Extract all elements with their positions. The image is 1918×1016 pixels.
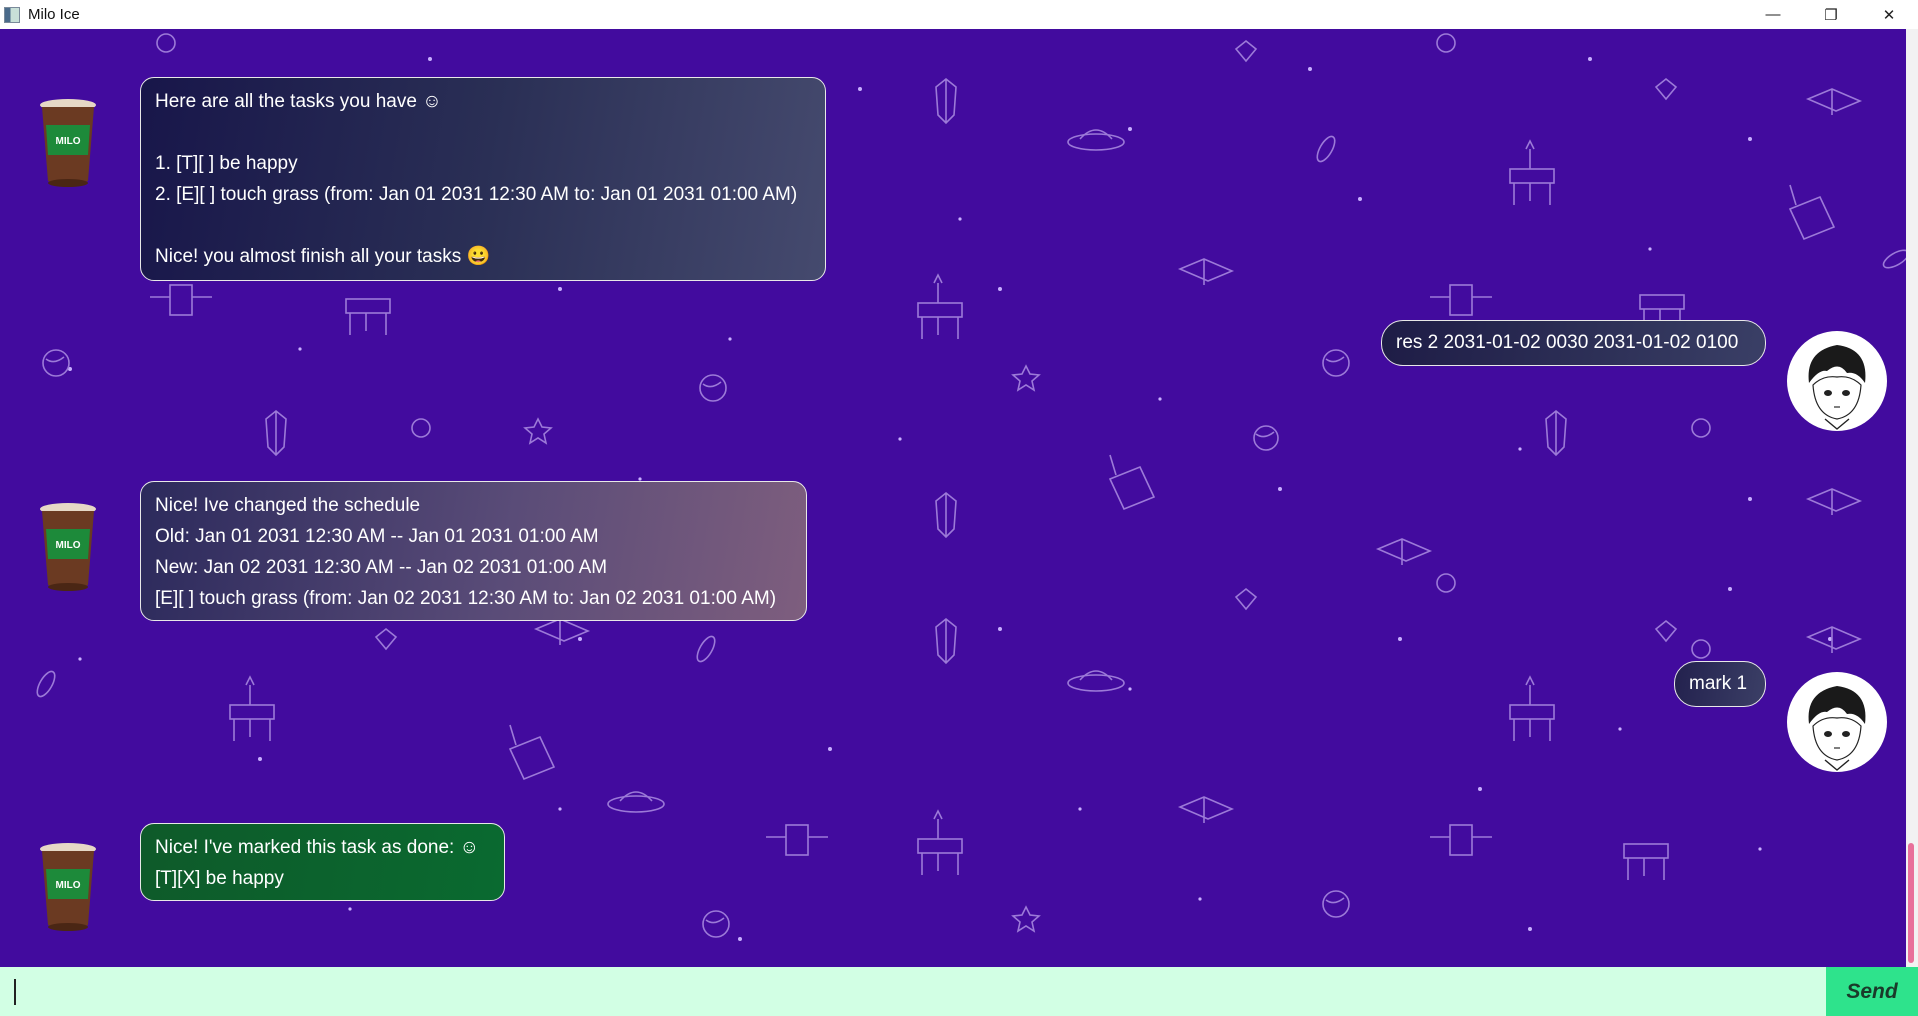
scrollbar-track[interactable]: [1906, 29, 1918, 967]
user-message-bubble: res 2 2031-01-02 0030 2031-01-02 0100: [1381, 320, 1766, 366]
milo-drink-icon: MILO: [40, 503, 96, 591]
close-button[interactable]: ✕: [1860, 0, 1918, 29]
boy-face-icon: [1808, 686, 1866, 771]
svg-text:MILO: MILO: [56, 540, 81, 551]
restore-button[interactable]: ❐: [1802, 0, 1860, 29]
scrollbar-thumb[interactable]: [1908, 843, 1914, 963]
app-icon: [4, 6, 20, 23]
milo-drink-icon: MILO: [40, 843, 96, 931]
text-caret: [14, 979, 16, 1005]
boy-face-icon: [1808, 345, 1866, 430]
bot-message-bubble: Nice! Ive changed the schedule Old: Jan …: [140, 481, 807, 621]
bot-avatar: MILO: [38, 499, 98, 595]
svg-text:MILO: MILO: [56, 880, 81, 891]
user-avatar: [1787, 672, 1887, 772]
bot-avatar: MILO: [38, 839, 98, 935]
milo-drink-icon: MILO: [40, 99, 96, 187]
user-avatar: [1787, 331, 1887, 431]
window-controls: — ❐ ✕: [1744, 0, 1918, 29]
window-title: Milo Ice: [28, 6, 80, 23]
bot-message-bubble: Nice! I've marked this task as done: ☺ […: [140, 823, 505, 901]
user-message-bubble: mark 1: [1674, 661, 1766, 707]
bot-message-bubble: Here are all the tasks you have ☺ 1. [T]…: [140, 77, 826, 281]
minimize-button[interactable]: —: [1744, 0, 1802, 29]
title-bar: Milo Ice — ❐ ✕: [0, 0, 1918, 29]
message-input[interactable]: [0, 967, 1826, 1016]
svg-text:MILO: MILO: [56, 136, 81, 147]
chat-area[interactable]: MILO Here are all the tasks you have ☺ 1…: [0, 29, 1906, 967]
bot-avatar: MILO: [38, 95, 98, 191]
send-button[interactable]: Send: [1826, 967, 1918, 1016]
